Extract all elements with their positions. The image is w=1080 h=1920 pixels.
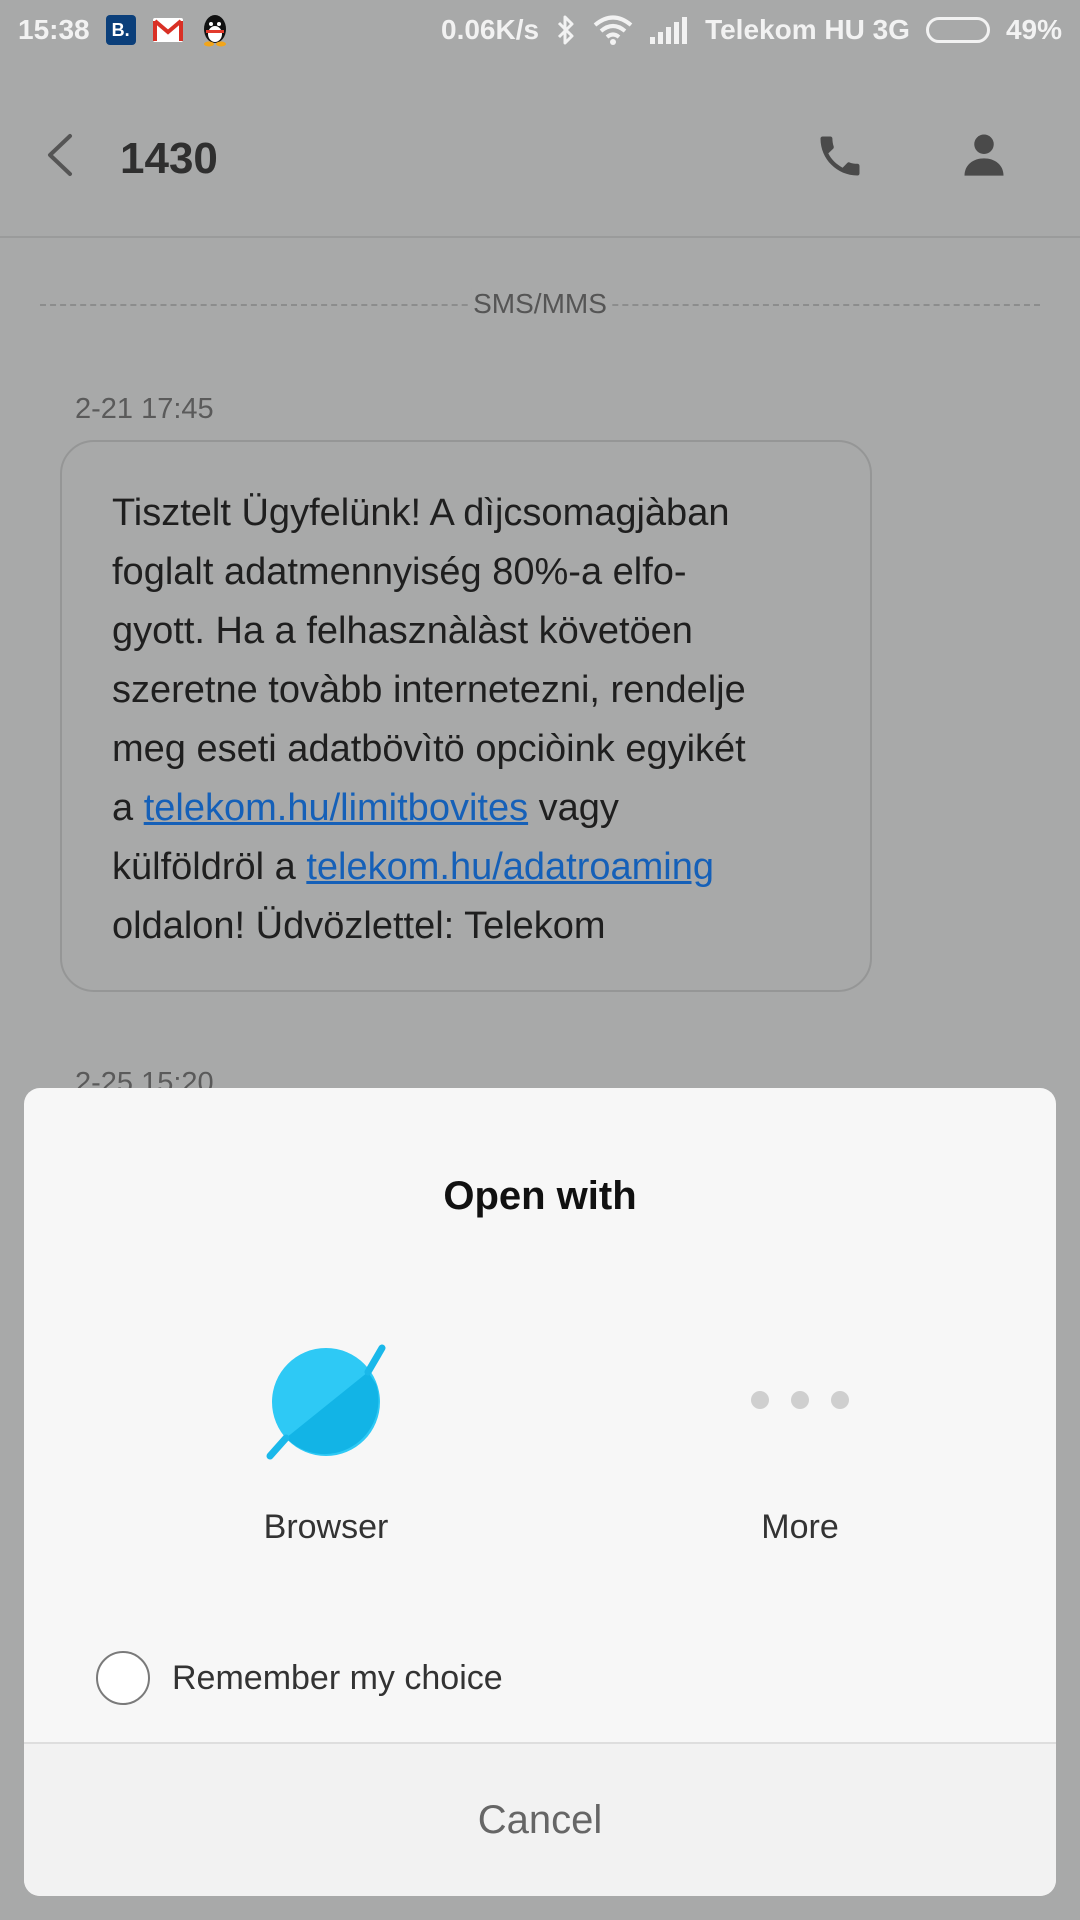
adatroaming-link[interactable]: telekom.hu/adatroaming (306, 846, 714, 888)
message-bubble[interactable]: Tisztelt Ügyfelünk! A dìjcsomagjàban fog… (60, 440, 872, 992)
channel-label: SMS/MMS (471, 288, 609, 320)
qq-notification-icon (203, 15, 226, 47)
message-line: szeretne tovàbb internetezni, rendelje (112, 669, 746, 711)
phone-call-icon[interactable] (814, 130, 866, 182)
limitbovites-link[interactable]: telekom.hu/limitbovites (144, 787, 528, 829)
browser-planet-icon (266, 1344, 386, 1460)
message-line: oldalon! Üdvözlettel: Telekom (112, 905, 606, 947)
message-text: a (112, 787, 134, 829)
booking-notification-icon: B. (105, 15, 136, 45)
contact-person-icon[interactable] (958, 128, 1010, 180)
cancel-label: Cancel (477, 1797, 603, 1842)
conversation-header: 1430 (0, 60, 1080, 238)
cell-signal-icon (650, 17, 688, 44)
battery-percent: 49% (1005, 14, 1062, 45)
more-dots-icon (738, 1338, 862, 1462)
screen: 15:38 B. 0.06K/s Telekom HU 3G 49% 1430 … (0, 0, 1080, 1920)
battery-icon (925, 17, 990, 43)
wifi-icon (593, 15, 633, 45)
remember-choice-radio[interactable] (96, 1651, 150, 1705)
message-line: Tisztelt Ügyfelünk! A dìjcsomagjàban (112, 492, 730, 534)
dialog-title: Open with (443, 1174, 637, 1218)
remember-choice-row[interactable]: Remember my choice (96, 1648, 503, 1708)
browser-label: Browser (263, 1508, 389, 1546)
network-speed: 0.06K/s (441, 14, 540, 45)
message-timestamp: 2-21 17:45 (75, 393, 214, 425)
more-label: More (761, 1508, 839, 1546)
message-line: gyott. Ha a felhasznàlàst követöen (112, 610, 693, 652)
status-time: 15:38 (18, 14, 90, 45)
back-arrow-icon[interactable] (40, 130, 80, 180)
message-line: meg eseti adatbövìtö opciòink egyikét (112, 728, 746, 770)
contact-title: 1430 (120, 134, 218, 183)
channel-divider: SMS/MMS (40, 288, 1040, 322)
cancel-button[interactable]: Cancel (24, 1742, 1056, 1896)
message-line: külföldröl a telekom.hu/adatroaming (112, 838, 830, 897)
carrier-name: Telekom HU 3G (705, 14, 910, 45)
bluetooth-icon (558, 15, 574, 45)
more-option[interactable]: More (620, 1338, 980, 1628)
message-text: vagy (538, 787, 619, 829)
remember-choice-label: Remember my choice (172, 1658, 503, 1697)
browser-option[interactable]: Browser (146, 1338, 506, 1628)
open-with-dialog: Open with Browser More Remember my choic… (24, 1088, 1056, 1896)
status-bar: 15:38 B. 0.06K/s Telekom HU 3G 49% (0, 0, 1080, 60)
gmail-notification-icon (152, 18, 183, 42)
message-line: foglalt adatmennyiség 80%-a elfo- (112, 551, 687, 593)
message-text: külföldröl a (112, 846, 296, 888)
message-line: a telekom.hu/limitbovites vagy (112, 779, 830, 838)
